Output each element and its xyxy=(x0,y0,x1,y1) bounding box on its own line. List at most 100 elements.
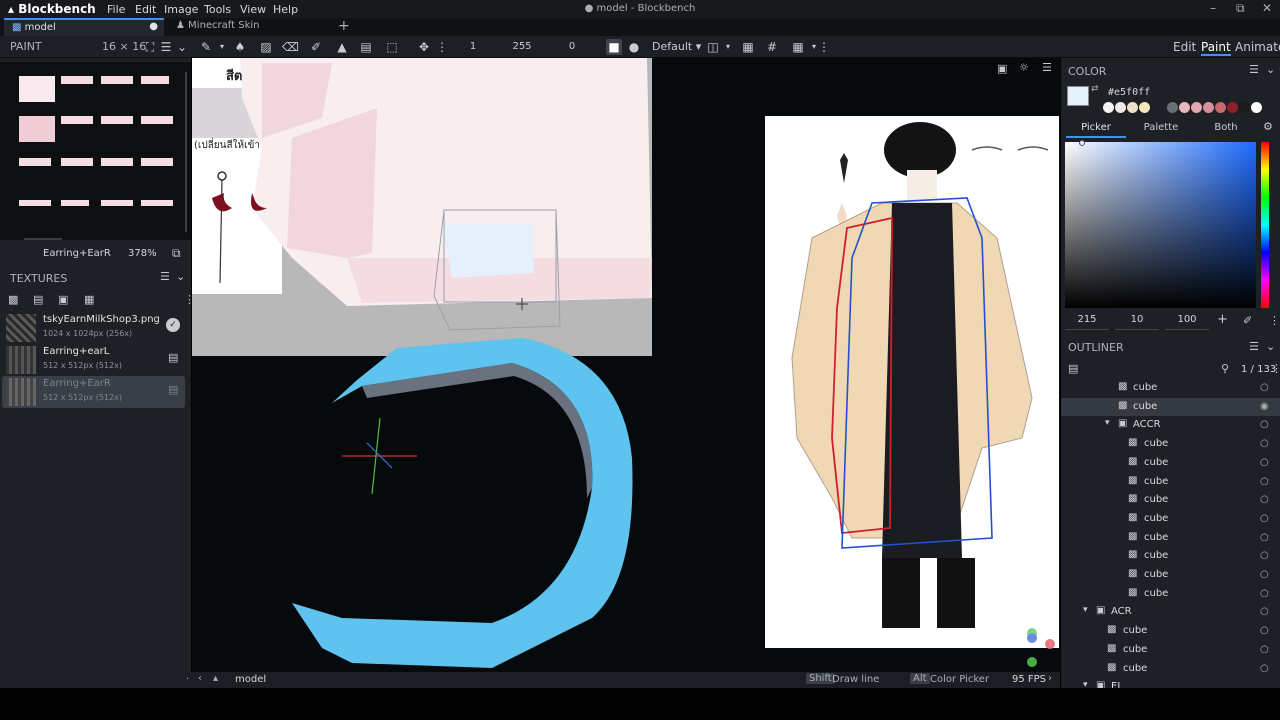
visibility-icon[interactable]: ○ xyxy=(1260,476,1269,487)
uv-editor[interactable] xyxy=(0,62,191,240)
outliner-group[interactable]: ▾ ▣ ACCR ○ xyxy=(1061,416,1280,435)
eyedropper-icon[interactable]: ✐ xyxy=(1243,314,1252,327)
visibility-icon[interactable]: ○ xyxy=(1260,663,1269,674)
import-icon[interactable]: ▩ xyxy=(8,293,18,306)
menu-icon[interactable]: ☰ xyxy=(1249,340,1259,353)
chevron-down-icon[interactable]: ▾ xyxy=(1105,418,1110,428)
palette-swatch[interactable] xyxy=(1127,102,1138,113)
uv-face[interactable] xyxy=(19,76,55,102)
current-color-swatch[interactable] xyxy=(1067,86,1089,106)
menu-icon[interactable]: ☰ xyxy=(1042,61,1052,74)
uv-face[interactable] xyxy=(101,76,133,84)
blend-mode-select[interactable]: Default ▾ xyxy=(652,40,701,53)
outliner-item[interactable]: ▩ cube ○ xyxy=(1061,491,1280,510)
pixel-grid-icon[interactable]: ▦ xyxy=(740,39,756,55)
uv-face[interactable] xyxy=(141,158,173,166)
uv-face[interactable] xyxy=(101,158,133,166)
uv-face[interactable] xyxy=(101,116,133,124)
tab-picker[interactable]: Picker xyxy=(1066,120,1126,138)
palette-swatch[interactable] xyxy=(1139,102,1150,113)
chevron-down-icon[interactable]: ⌄ xyxy=(174,39,190,55)
restore-icon[interactable]: ⧉ xyxy=(1236,1,1245,16)
outliner-item[interactable]: ▩ cube ○ xyxy=(1061,566,1280,585)
uv-face[interactable] xyxy=(61,158,93,166)
image-icon[interactable]: ▣ xyxy=(997,62,1007,75)
palette-swatch[interactable] xyxy=(1227,102,1238,113)
color-saturation-field[interactable] xyxy=(1065,140,1256,308)
uv-face[interactable] xyxy=(141,116,173,124)
outliner-item[interactable]: ▩ cube ○ xyxy=(1061,435,1280,454)
scrollbar[interactable] xyxy=(24,238,62,240)
texture-item[interactable]: tskyEarnMilkShop3.png 1024 x 1024px (256… xyxy=(2,312,185,344)
palette-swatch[interactable] xyxy=(1239,102,1250,113)
dropdown-icon[interactable]: ▾ xyxy=(720,39,736,55)
outliner-item[interactable]: ▩ cube ○ xyxy=(1061,379,1280,398)
more-icon[interactable]: ⋮ xyxy=(1271,362,1280,375)
fullscreen-icon[interactable]: ⛶ xyxy=(142,39,158,55)
value-field[interactable]: 100 xyxy=(1165,314,1209,330)
outliner-item[interactable]: ▩ cube ○ xyxy=(1061,547,1280,566)
gear-icon[interactable]: ⚙ xyxy=(1263,120,1273,133)
visibility-icon[interactable]: ○ xyxy=(1260,382,1269,393)
tab-minecraft-skin[interactable]: ♟ Minecraft Skin xyxy=(168,18,328,36)
color-hex-field[interactable]: #e5f0ff xyxy=(1108,87,1150,98)
palette-swatch[interactable] xyxy=(1191,102,1202,113)
palette-swatch[interactable] xyxy=(1115,102,1126,113)
outliner-item[interactable]: ▩ cube ○ xyxy=(1061,529,1280,548)
chevron-down-icon[interactable]: ▾ xyxy=(1083,680,1088,688)
grid-icon[interactable]: # xyxy=(764,39,780,55)
uv-face[interactable] xyxy=(61,200,89,206)
uv-face[interactable] xyxy=(141,76,169,84)
uv-face[interactable] xyxy=(19,200,51,206)
selection-icon[interactable]: ⬚ xyxy=(384,39,400,55)
tab-model[interactable]: ▩ model ● xyxy=(4,18,164,36)
visibility-icon[interactable]: ○ xyxy=(1260,494,1269,505)
viewport-canvas[interactable]: สีต (เปลี่ยนสีให้เข้า xyxy=(192,58,1060,672)
sun-icon[interactable]: ☼ xyxy=(1019,61,1029,74)
outliner-item[interactable]: ▩ cube ○ xyxy=(1061,454,1280,473)
texture-item-selected[interactable]: Earring+EarR 512 x 512px (512x) ▤ xyxy=(2,376,185,408)
dropdown-icon[interactable]: ▾ xyxy=(214,39,230,55)
swap-colors-icon[interactable]: ⇄ xyxy=(1091,84,1099,94)
palette-swatch[interactable] xyxy=(1179,102,1190,113)
eraser-icon[interactable]: ⌫ xyxy=(282,39,299,55)
minimize-icon[interactable]: – xyxy=(1210,1,1216,15)
palette-swatch[interactable] xyxy=(1215,102,1226,113)
check-icon[interactable]: ✓ xyxy=(166,318,180,332)
chevron-down-icon[interactable]: ⌄ xyxy=(176,270,185,283)
chevron-down-icon[interactable]: ⌄ xyxy=(1266,340,1275,353)
visibility-icon[interactable]: ○ xyxy=(1260,569,1269,580)
visibility-icon[interactable]: ○ xyxy=(1260,419,1269,430)
more-icon[interactable]: ⋮ xyxy=(1269,314,1280,327)
outliner-item[interactable]: ▩ cube ○ xyxy=(1061,510,1280,529)
add-group-icon[interactable]: ▤ xyxy=(1068,362,1078,375)
saturation-field[interactable]: 10 xyxy=(1115,314,1159,330)
shapes-icon[interactable]: ▲ xyxy=(334,39,350,55)
chevron-left-icon[interactable]: ‹ xyxy=(198,673,202,684)
visibility-icon[interactable]: ○ xyxy=(1260,625,1269,636)
palette-swatch[interactable] xyxy=(1203,102,1214,113)
uv-face[interactable] xyxy=(101,200,133,206)
visibility-icon[interactable]: ◉ xyxy=(1260,401,1269,412)
chevron-right-icon[interactable]: › xyxy=(1048,673,1052,684)
3d-viewport[interactable]: สีต (เปลี่ยนสีให้เข้า ▣ ☼ ☰ xyxy=(192,58,1060,672)
outliner-item[interactable]: ▩ cube ○ xyxy=(1061,585,1280,604)
save-icon[interactable]: ▤ xyxy=(33,293,43,306)
outliner-group[interactable]: ▾ ▣ ACR ○ xyxy=(1061,603,1280,622)
uv-face[interactable] xyxy=(141,200,173,206)
chevron-down-icon[interactable]: ▾ xyxy=(1083,605,1088,615)
copy-icon[interactable]: ⧉ xyxy=(172,246,181,261)
visibility-icon[interactable]: ○ xyxy=(1260,550,1269,561)
more-icon[interactable]: ⋮ xyxy=(434,39,450,55)
save-icon[interactable]: ▤ xyxy=(168,351,178,364)
visibility-icon[interactable]: ○ xyxy=(1260,457,1269,468)
softness-field[interactable]: 0 xyxy=(550,39,594,55)
outliner-item[interactable]: ▩ cube ○ xyxy=(1061,622,1280,641)
add-color-icon[interactable]: + xyxy=(1217,312,1228,327)
uv-face[interactable] xyxy=(19,116,55,142)
visibility-icon[interactable]: ○ xyxy=(1260,532,1269,543)
fill-bucket-icon[interactable]: ▨ xyxy=(258,39,274,55)
eyedropper-icon[interactable]: ✐ xyxy=(308,39,324,55)
palette-swatch[interactable] xyxy=(1167,102,1178,113)
visibility-icon[interactable]: ○ xyxy=(1260,438,1269,449)
